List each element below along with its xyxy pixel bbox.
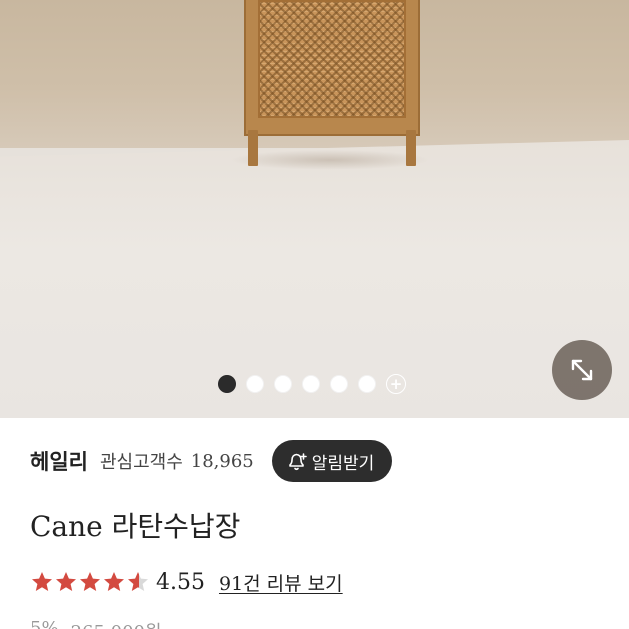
rattan-cabinet-photo [244,0,420,166]
gallery-dot[interactable] [330,375,348,393]
gallery-dot[interactable] [246,375,264,393]
original-price: 265,000원 [71,618,162,629]
product-title: Cane 라탄수납장 [30,510,241,543]
follower-label: 관심고객수 [99,452,183,473]
star-icon [80,572,100,591]
review-link[interactable]: 91건 리뷰 보기 [219,569,343,596]
rating-row: 4.55 91건 리뷰 보기 [30,566,343,598]
gallery-dot[interactable] [274,375,292,393]
star-rating [30,570,150,594]
alert-button-label: 알림받기 [311,453,375,474]
seller-row: 헤일리 관심고객수 18,965 알림받기 [30,440,610,482]
gallery-pagination: + [218,374,406,394]
discount-rate: 5% [30,618,59,629]
star-icon [56,572,76,591]
follower-count: 18,965 [190,450,254,472]
gallery-dot[interactable] [302,375,320,393]
gallery-dot[interactable] [358,375,376,393]
expand-arrows-icon [571,359,593,381]
star-icon [104,572,124,591]
expand-image-button[interactable] [552,340,612,400]
seller-name[interactable]: 헤일리 [30,446,88,476]
product-image-gallery[interactable]: + [0,0,629,418]
rating-value: 4.55 [156,569,205,595]
star-icon [32,572,52,591]
star-half-icon [128,572,148,591]
price-row: 5% 265,000원 [30,618,162,629]
bell-plus-icon [288,453,307,471]
plus-icon[interactable]: + [386,374,406,394]
alert-subscribe-button[interactable]: 알림받기 [271,440,393,482]
gallery-dot[interactable] [218,375,236,393]
